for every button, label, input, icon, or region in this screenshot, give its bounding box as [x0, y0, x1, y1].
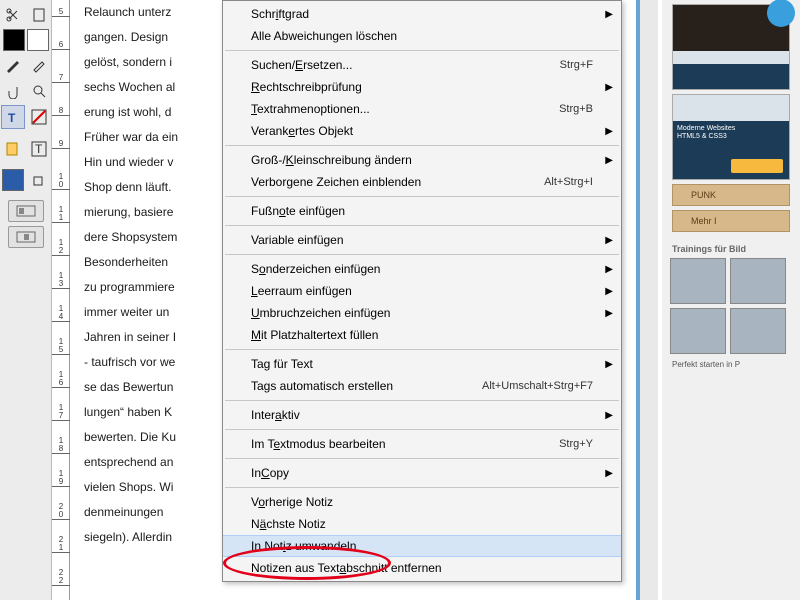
fill-black[interactable] — [3, 29, 25, 51]
submenu-arrow-icon: ▶ — [605, 235, 613, 246]
type-tool-icon[interactable]: T — [1, 105, 25, 129]
right-sidebar: Moderne WebsitesHTML5 & CSS3 PUNK Mehr I… — [662, 0, 800, 600]
menu-item[interactable]: Umbruchzeichen einfügen▶ — [223, 302, 621, 324]
toolbox: T T — [0, 0, 52, 600]
swatch-blue[interactable] — [2, 169, 24, 191]
thumbnail-2[interactable]: Moderne WebsitesHTML5 & CSS3 — [672, 94, 790, 180]
svg-text:T: T — [35, 142, 43, 156]
menu-item[interactable]: Textrahmenoptionen...Strg+B — [223, 98, 621, 120]
clipboard-icon[interactable] — [27, 3, 51, 27]
fill-white[interactable] — [27, 29, 49, 51]
zoom-icon[interactable] — [27, 79, 51, 103]
submenu-arrow-icon: ▶ — [605, 286, 613, 297]
submenu-arrow-icon: ▶ — [605, 9, 613, 20]
grid-thumb[interactable] — [730, 308, 786, 354]
menu-item[interactable]: Fußnote einfügen — [223, 200, 621, 222]
scissors-icon[interactable] — [1, 3, 25, 27]
submenu-arrow-icon: ▶ — [605, 155, 613, 166]
submenu-arrow-icon: ▶ — [605, 359, 613, 370]
menu-item[interactable]: Tag für Text▶ — [223, 353, 621, 375]
pen-icon[interactable] — [1, 53, 25, 77]
menu-item[interactable]: Tags automatisch erstellenAlt+Umschalt+S… — [223, 375, 621, 397]
menu-item[interactable]: Notizen aus Textabschnitt entfernen — [223, 557, 621, 579]
panel-toggle-1[interactable] — [8, 200, 44, 222]
eyedropper-icon[interactable] — [27, 53, 51, 77]
menu-item[interactable]: Sonderzeichen einfügen▶ — [223, 258, 621, 280]
panel-toggle-2[interactable] — [8, 226, 44, 248]
menu-item[interactable]: InCopy▶ — [223, 462, 621, 484]
menu-item[interactable]: Verborgene Zeichen einblendenAlt+Strg+I — [223, 171, 621, 193]
menu-item[interactable]: Im Textmodus bearbeitenStrg+Y — [223, 433, 621, 455]
link-bar-2[interactable]: Mehr I — [672, 210, 790, 232]
link-bar-1[interactable]: PUNK — [672, 184, 790, 206]
menu-item[interactable]: In Notiz umwandeln — [223, 535, 621, 557]
red-slash-icon[interactable] — [27, 105, 51, 129]
submenu-arrow-icon: ▶ — [605, 308, 613, 319]
vertical-ruler: 5678910111213141516171819202122 — [52, 0, 70, 600]
submenu-arrow-icon: ▶ — [605, 468, 613, 479]
grid-thumb[interactable] — [670, 258, 726, 304]
submenu-arrow-icon: ▶ — [605, 410, 613, 421]
menu-item[interactable]: Verankertes Objekt▶ — [223, 120, 621, 142]
note-icon[interactable] — [1, 137, 25, 161]
menu-item[interactable]: Nächste Notiz — [223, 513, 621, 535]
menu-item[interactable]: Schriftgrad▶ — [223, 3, 621, 25]
grid-thumb[interactable] — [670, 308, 726, 354]
context-menu: Schriftgrad▶Alle Abweichungen löschen Suc… — [222, 0, 622, 582]
svg-text:T: T — [8, 111, 16, 125]
submenu-arrow-icon: ▶ — [605, 126, 613, 137]
submenu-arrow-icon: ▶ — [605, 82, 613, 93]
panel-collapsed-bar[interactable] — [636, 0, 658, 600]
menu-item[interactable]: Suchen/Ersetzen...Strg+F — [223, 54, 621, 76]
hand-icon[interactable] — [1, 79, 25, 103]
sidebar-caption: Perfekt starten in P — [672, 360, 790, 369]
thumbnail-1[interactable] — [672, 4, 790, 90]
menu-item[interactable]: Alle Abweichungen löschen — [223, 25, 621, 47]
menu-item[interactable]: Leerraum einfügen▶ — [223, 280, 621, 302]
menu-item[interactable]: Rechtschreibprüfung▶ — [223, 76, 621, 98]
grid-thumb[interactable] — [730, 258, 786, 304]
submenu-arrow-icon: ▶ — [605, 264, 613, 275]
menu-item[interactable]: Variable einfügen▶ — [223, 229, 621, 251]
menu-item[interactable]: Interaktiv▶ — [223, 404, 621, 426]
menu-item[interactable]: Groß-/Kleinschreibung ändern▶ — [223, 149, 621, 171]
swap-icon[interactable] — [26, 169, 50, 193]
menu-item[interactable]: Mit Platzhaltertext füllen — [223, 324, 621, 346]
sidebar-heading: Trainings für Bild — [672, 244, 800, 254]
text-frame-icon[interactable]: T — [27, 137, 51, 161]
menu-item[interactable]: Vorherige Notiz — [223, 491, 621, 513]
